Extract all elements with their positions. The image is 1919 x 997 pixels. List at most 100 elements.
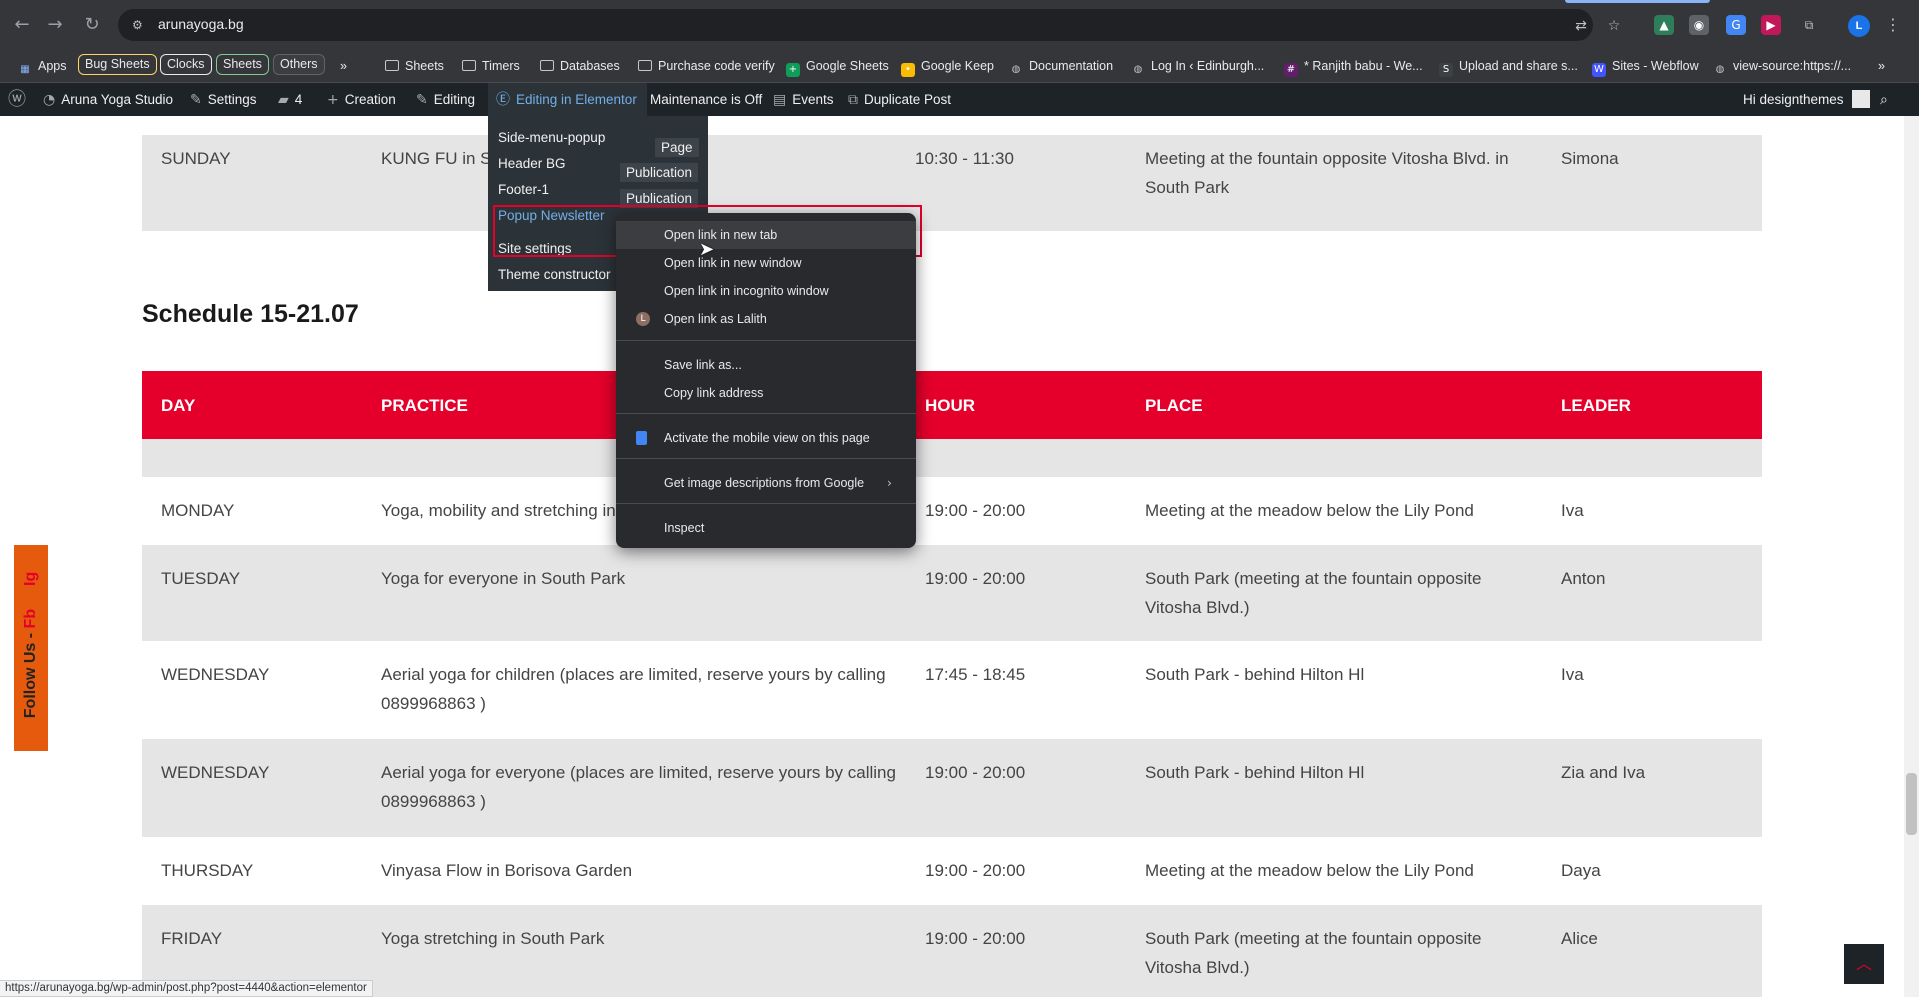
cell-hour: 19:00 - 20:00 [925,929,1026,948]
ctx-inspect[interactable]: Inspect [616,514,916,542]
bookmark-view-source[interactable]: ◍ view-source:https://... [1713,56,1851,77]
page-content: SUNDAY KUNG FU in So 10:30 - 11:30 Meeti… [0,116,1904,997]
bookmark-folder-sheets[interactable]: Sheets [385,56,444,77]
submenu-item-header-bg[interactable]: Header BG [498,156,566,171]
google-keep-icon: • [901,63,915,77]
cell-practice: Vinyasa Flow in Borisova Garden [381,861,633,880]
profile-avatar[interactable]: L [1848,15,1870,37]
facebook-link[interactable]: Fb [22,609,39,629]
bookmark-webflow[interactable]: W Sites - Webflow [1592,56,1699,77]
dashboard-icon: ◔ [43,92,56,108]
bookmark-label: Google Sheets [806,59,889,73]
bookmark-google-keep[interactable]: • Google Keep [901,56,994,77]
table-row: WEDNESDAY Aerial yoga for everyone (plac… [142,739,1762,837]
reload-icon[interactable]: ↻ [80,13,104,37]
bookmark-chip-bug-sheets[interactable]: Bug Sheets [78,54,157,75]
bookmark-upload-share[interactable]: S Upload and share s... [1439,56,1578,77]
submenu-item-footer[interactable]: Footer-1 [498,182,549,197]
admin-my-account[interactable]: Hi designthemes [1743,83,1870,116]
ctx-open-as-profile[interactable]: L Open link as Lalith [616,305,916,333]
wordpress-logo-icon[interactable]: ⓦ [8,83,32,116]
cell-hour: 19:00 - 20:00 [925,861,1026,880]
admin-comments[interactable]: ▰ 4 [278,83,302,116]
bookmark-folder-timers[interactable]: Timers [462,56,520,77]
translate-icon[interactable]: ⇄ [1572,17,1590,35]
globe-icon: ◍ [1011,64,1021,75]
admin-editing-elementor[interactable]: Ⓔ Editing in Elementor [488,83,647,116]
follow-label: Follow Us - [22,632,39,719]
bookmarks-more-chevron[interactable]: » [340,56,347,77]
bookmark-chip-sheets[interactable]: Sheets [216,54,269,75]
ctx-save-link[interactable]: Save link as... [616,351,916,379]
extension-translate-icon[interactable]: G [1726,15,1746,35]
back-icon[interactable]: ← [10,13,34,37]
admin-settings[interactable]: ✎ Settings [190,83,257,116]
address-bar[interactable]: ⚙ arunayoga.bg ⇄ ☆ [118,9,1620,41]
cell-day: THURSDAY [161,861,254,880]
page-scrollbar[interactable] [1904,116,1919,997]
ctx-mobile-view[interactable]: Activate the mobile view on this page [616,424,916,452]
bookmark-label: Timers [482,59,520,73]
cell-practice: Aerial yoga for children (places are lim… [381,665,886,713]
bookmark-folder-databases[interactable]: Databases [540,56,620,77]
bookmark-label: * Ranjith babu - We... [1304,59,1423,73]
sb-icon: S [1439,63,1453,77]
forward-icon[interactable]: → [43,13,67,37]
bookmark-folder-purchase[interactable]: Purchase code verify [638,56,775,77]
admin-events[interactable]: ▤ Events [773,83,834,116]
admin-duplicate-post[interactable]: ⧉ Duplicate Post [848,83,951,116]
admin-maintenance[interactable]: Maintenance is Off [650,83,762,116]
bookmark-apps[interactable]: ▦ Apps [18,56,66,77]
header-hour: HOUR [925,396,976,415]
ctx-open-incognito[interactable]: Open link in incognito window [616,277,916,305]
back-to-top-button[interactable]: ︿ [1844,944,1884,984]
submenu-item-side-menu-popup[interactable]: Side-menu-popup [498,130,605,145]
globe-icon: ◍ [1133,64,1143,75]
admin-editing[interactable]: ✎ Editing [416,83,475,116]
chevron-right-icon: › [887,475,892,490]
cell-hour: 17:45 - 18:45 [925,665,1026,684]
submenu-item-theme-constructor[interactable]: Theme constructor [498,267,611,282]
bookmark-label: view-source:https://... [1733,59,1852,73]
bookmarks-overflow-chevron[interactable]: » [1878,56,1885,77]
extension-camera-icon[interactable]: ◉ [1689,15,1709,35]
creation-label: Creation [344,92,396,107]
bookmark-login-edinburgh[interactable]: ◍ Log In ‹ Edinburgh... [1131,56,1265,77]
admin-creation[interactable]: + Creation [327,83,396,116]
cell-place: Meeting at the meadow below the Lily Pon… [1145,501,1474,520]
browser-menu-icon[interactable]: ⋮ [1885,13,1901,37]
site-info-icon[interactable]: ⚙ [132,17,148,33]
mobile-view-icon [636,431,647,445]
google-sheets-icon: + [786,63,800,77]
cell-hour: 19:00 - 20:00 [925,763,1026,782]
bookmark-chip-clocks[interactable]: Clocks [160,54,212,75]
ctx-copy-link[interactable]: Copy link address [616,379,916,407]
bookmark-ranjith[interactable]: # * Ranjith babu - We... [1284,56,1423,77]
extensions-puzzle-icon[interactable]: ⧉ [1799,15,1819,35]
instagram-link[interactable]: Ig [22,572,39,586]
badge-publication: Publication [620,163,699,182]
ctx-label: Get image descriptions from Google [664,476,865,490]
extension-drive-icon[interactable]: ▲ [1654,15,1674,35]
header-day: DAY [161,396,196,415]
bookmark-chip-others[interactable]: Others [273,54,325,75]
bookmark-google-sheets[interactable]: + Google Sheets [786,56,889,77]
admin-search-icon[interactable]: ⌕ [1880,83,1894,116]
cell-leader: Iva [1561,665,1584,684]
ctx-image-descriptions[interactable]: Get image descriptions from Google › [616,469,916,497]
ctx-open-new-tab[interactable]: Open link in new tab [616,221,916,249]
follow-us-tab[interactable]: Follow Us - Fb Ig [14,545,48,751]
ctx-open-new-window[interactable]: Open link in new window [616,249,916,277]
folder-icon [462,60,476,71]
events-label: Events [792,92,834,107]
cell-day: FRIDAY [161,929,223,948]
active-tab-indicator [1565,0,1710,3]
scrollbar-thumb[interactable] [1906,773,1917,835]
bookmark-documentation[interactable]: ◍ Documentation [1009,56,1113,77]
profile-avatar-icon: L [636,312,650,326]
extension-video-icon[interactable]: ▶ [1761,15,1781,35]
globe-icon: ◍ [1715,64,1725,75]
bookmark-star-icon[interactable]: ☆ [1605,17,1623,35]
bookmark-label: Sheets [405,59,444,73]
admin-site-name[interactable]: ◔ Aruna Yoga Studio [43,83,173,116]
